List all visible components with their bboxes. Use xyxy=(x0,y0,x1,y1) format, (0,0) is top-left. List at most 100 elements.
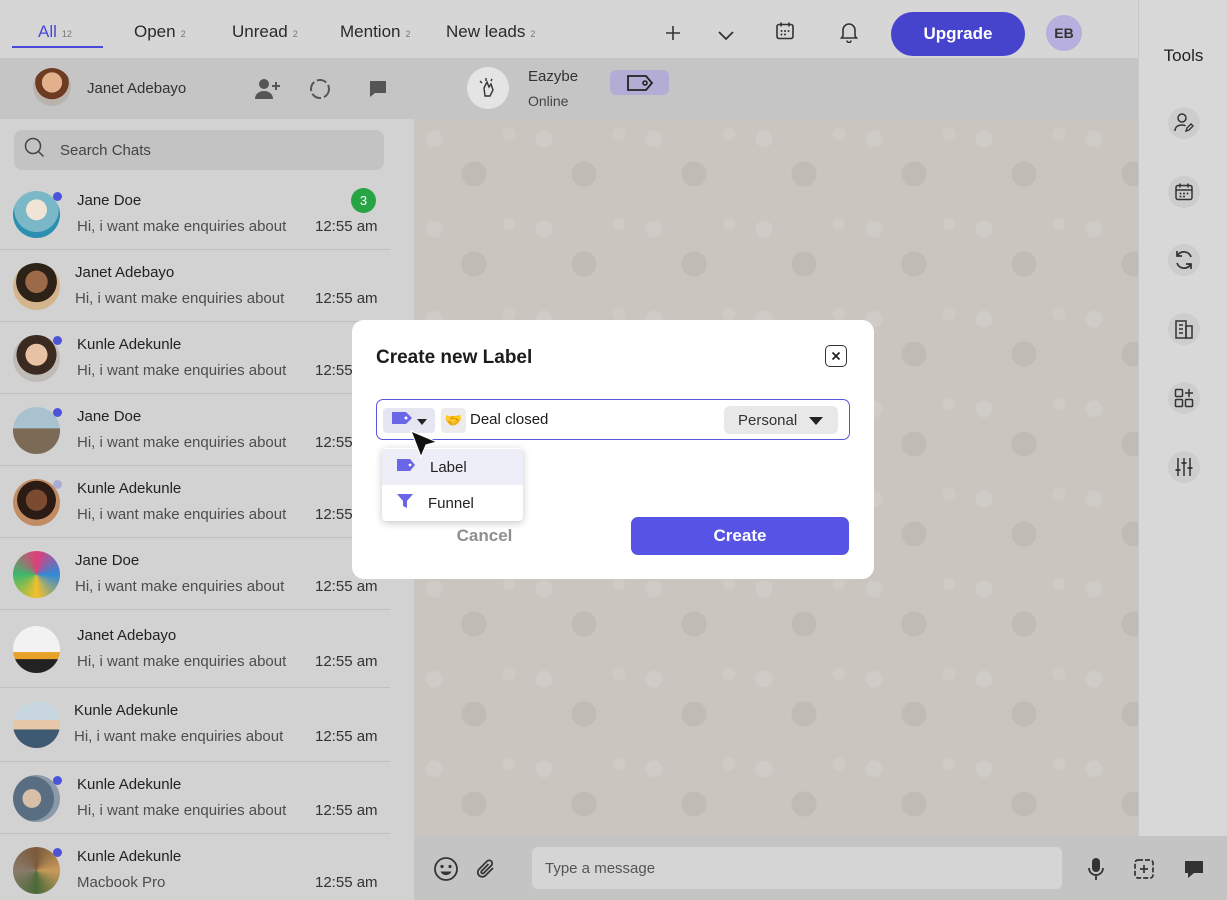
close-icon[interactable] xyxy=(825,345,847,367)
chat-preview: Hi, i want make enquiries about xyxy=(77,434,287,451)
chat-list-item[interactable]: Kunle Adekunle Macbook Pro 12:55 am xyxy=(0,834,390,900)
tab-count: 2 xyxy=(292,29,298,39)
tab-count: 2 xyxy=(405,29,411,39)
chat-preview: Hi, i want make enquiries about xyxy=(77,653,287,670)
search-input[interactable]: Search Chats xyxy=(60,142,151,159)
quick-reply-icon[interactable] xyxy=(1180,855,1208,883)
online-indicator xyxy=(53,192,62,201)
user-avatar[interactable]: EB xyxy=(1046,15,1082,51)
create-button[interactable]: Create xyxy=(631,517,849,555)
search-bar[interactable]: Search Chats xyxy=(14,130,384,170)
tab-count: 2 xyxy=(180,29,186,39)
chevron-down-icon[interactable] xyxy=(713,22,739,48)
add-contact-icon[interactable] xyxy=(254,76,282,102)
chat-preview: Macbook Pro xyxy=(77,874,166,891)
building-icon[interactable] xyxy=(1168,313,1200,345)
chat-list-item[interactable]: Jane Doe Hi, i want make enquiries about… xyxy=(0,394,390,466)
tab-mention[interactable]: Mention 2 xyxy=(340,22,411,42)
tab-all[interactable]: All 12 xyxy=(38,22,72,42)
chat-list-item[interactable]: Kunle Adekunle Hi, i want make enquiries… xyxy=(0,322,390,394)
account-name: Janet Adebayo xyxy=(87,80,187,97)
chat-time: 12:55 xyxy=(315,506,353,523)
chat-preview: Hi, i want make enquiries about xyxy=(77,362,287,379)
calendar-icon[interactable] xyxy=(772,18,798,44)
chat-name: Kunle Adekunle xyxy=(74,702,179,719)
status-icon[interactable] xyxy=(306,76,334,102)
message-input[interactable] xyxy=(532,847,1062,889)
chat-name: Kunle Adekunle xyxy=(77,480,182,497)
chat-time: 12:55 xyxy=(315,434,353,451)
emoji-picker[interactable]: 🤝 xyxy=(441,408,466,433)
contact-status: Online xyxy=(528,93,569,109)
chat-list-item[interactable]: Kunle Adekunle Hi, i want make enquiries… xyxy=(0,762,390,834)
chat-name: Jane Doe xyxy=(77,408,142,425)
account-avatar[interactable] xyxy=(33,68,71,106)
chat-list-item[interactable]: Janet Adebayo Hi, i want make enquiries … xyxy=(0,613,390,688)
cancel-button[interactable]: Cancel xyxy=(376,517,593,555)
new-chat-icon[interactable] xyxy=(364,76,392,102)
chat-time: 12:55 am xyxy=(315,218,378,235)
tab-count: 2 xyxy=(530,29,536,39)
user-edit-icon[interactable] xyxy=(1168,107,1200,139)
chat-preview: Hi, i want make enquiries about xyxy=(77,506,287,523)
microphone-icon[interactable] xyxy=(1082,855,1110,883)
chat-name: Kunle Adekunle xyxy=(77,336,182,353)
modal-title: Create new Label xyxy=(376,347,533,368)
bell-icon[interactable] xyxy=(836,19,862,45)
caret-down-icon xyxy=(809,412,824,429)
caret-down-icon xyxy=(417,412,427,430)
tab-open[interactable]: Open 2 xyxy=(134,22,186,42)
tab-count: 12 xyxy=(61,29,72,39)
chat-list-item[interactable]: Kunle Adekunle Hi, i want make enquiries… xyxy=(0,466,390,538)
sliders-icon[interactable] xyxy=(1168,451,1200,483)
tag-icon xyxy=(396,458,416,476)
chat-time: 12:55 am xyxy=(315,653,378,670)
chat-time: 12:55 am xyxy=(315,802,378,819)
label-tag-button[interactable] xyxy=(610,70,669,95)
top-bar: All 12 Open 2 Unread 2 Mention 2 New lea… xyxy=(0,0,1138,58)
unread-badge: 3 xyxy=(351,188,376,213)
dropdown-item-funnel[interactable]: Funnel xyxy=(382,485,523,521)
tab-label: Open xyxy=(134,22,176,41)
online-indicator xyxy=(53,336,62,345)
label-input-field[interactable]: 🤝 Deal closed Personal xyxy=(376,399,850,440)
chat-list-item[interactable]: Jane Doe Hi, i want make enquiries about… xyxy=(0,178,390,250)
schedule-message-icon[interactable] xyxy=(1130,855,1158,883)
tools-panel: Tools xyxy=(1138,0,1227,836)
chat-name: Jane Doe xyxy=(77,192,142,209)
calendar-icon[interactable] xyxy=(1168,176,1200,208)
active-tab-indicator xyxy=(12,46,103,48)
chat-header-bar: Janet Adebayo Eazybe Online xyxy=(0,58,1138,119)
chat-list-item[interactable]: Kunle Adekunle Hi, i want make enquiries… xyxy=(0,688,390,762)
contact-avatar xyxy=(13,701,60,748)
scope-select[interactable]: Personal xyxy=(724,406,838,434)
contact-avatar xyxy=(13,626,60,673)
chat-name: Jane Doe xyxy=(75,552,140,569)
label-name-input[interactable]: Deal closed xyxy=(470,411,548,428)
chat-time: 12:55 am xyxy=(315,874,378,891)
message-composer xyxy=(414,836,1227,900)
online-indicator xyxy=(53,776,62,785)
dropdown-item-text: Funnel xyxy=(428,494,474,512)
add-widget-icon[interactable] xyxy=(1168,382,1200,414)
funnel-icon xyxy=(396,493,414,513)
plus-icon[interactable] xyxy=(660,20,686,46)
emoji-icon[interactable] xyxy=(432,855,460,883)
search-icon xyxy=(24,137,46,164)
chat-time: 12:55 am xyxy=(315,728,378,745)
tab-unread[interactable]: Unread 2 xyxy=(232,22,298,42)
sync-icon[interactable] xyxy=(1168,244,1200,276)
attachment-icon[interactable] xyxy=(472,855,500,883)
tab-label: Mention xyxy=(340,22,401,41)
contact-avatar xyxy=(13,263,60,310)
chat-list-item[interactable]: Jane Doe Hi, i want make enquiries about… xyxy=(0,538,390,610)
contact-avatar[interactable] xyxy=(467,67,509,109)
mouse-cursor-icon xyxy=(408,428,440,460)
tab-new-leads[interactable]: New leads 2 xyxy=(446,22,535,42)
chat-list-item[interactable]: Janet Adebayo Hi, i want make enquiries … xyxy=(0,250,390,322)
tab-label: All xyxy=(38,22,57,41)
chat-preview: Hi, i want make enquiries about xyxy=(77,218,287,235)
upgrade-button[interactable]: Upgrade xyxy=(891,12,1025,56)
tools-title: Tools xyxy=(1163,46,1204,65)
dropdown-item-label[interactable]: Label xyxy=(382,449,523,485)
